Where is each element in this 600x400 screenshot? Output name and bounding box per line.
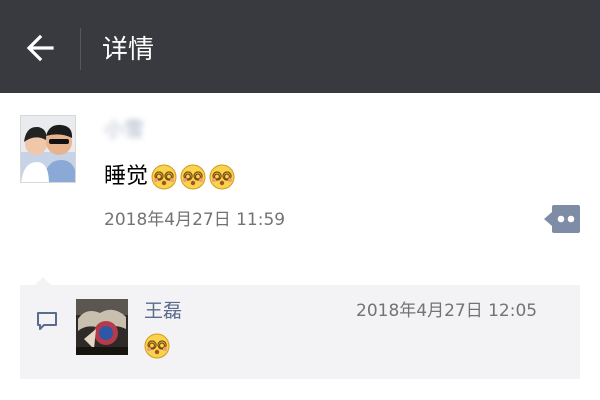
comments-section: 王磊 2018年4月27日 12:05 (20, 285, 580, 379)
comment-icon (37, 312, 57, 330)
moment-post: 小雪 睡觉 2018年4月27日 11:59 王磊 2018年4月27日 12:… (0, 93, 600, 400)
commenter-avatar[interactable] (76, 299, 128, 355)
post-content: 睡觉 (104, 159, 235, 195)
arrow-left-icon (26, 34, 54, 62)
top-bar: 详情 (0, 0, 600, 93)
page-title: 详情 (102, 35, 155, 65)
back-button[interactable] (18, 26, 62, 70)
more-actions-button[interactable] (544, 205, 580, 233)
comment-menu-icon (544, 205, 580, 233)
dizzy-face-emoji-icon (180, 164, 206, 190)
author-avatar[interactable] (20, 115, 76, 183)
author-name[interactable]: 小雪 (104, 115, 144, 143)
commenter-name[interactable]: 王磊 (144, 297, 182, 325)
header-divider (80, 28, 81, 70)
comment-content (144, 333, 170, 363)
dizzy-face-emoji-icon (209, 164, 235, 190)
comment-timestamp: 2018年4月27日 12:05 (356, 301, 538, 321)
dizzy-face-emoji-icon (151, 164, 177, 190)
post-timestamp: 2018年4月27日 11:59 (104, 210, 286, 230)
post-text: 睡觉 (104, 164, 149, 189)
dizzy-face-emoji-icon (144, 333, 170, 359)
